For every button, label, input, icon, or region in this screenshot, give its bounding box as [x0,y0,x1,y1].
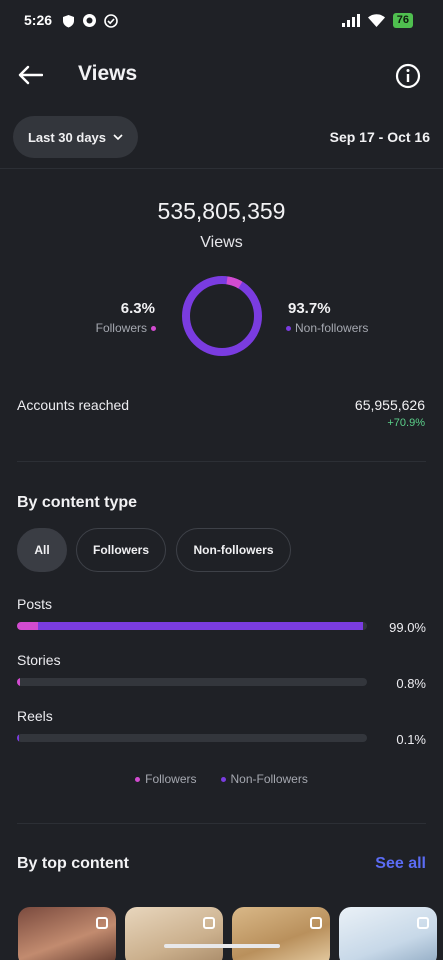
non-followers-legend: Non-followers [286,321,368,335]
content-type-title: By content type [17,494,138,511]
bar-followers-segment [17,678,20,686]
date-range-dropdown[interactable]: Last 30 days [13,116,138,158]
wifi-icon [367,14,385,27]
accounts-reached-label: Accounts reached [17,397,130,413]
status-time: 5:26 [24,12,53,28]
battery-icon: 76 [392,13,413,28]
signal-icon [341,14,360,27]
total-views-value: 535,805,359 [157,198,286,224]
divider [17,461,426,462]
top-content-thumbnail[interactable] [232,907,330,960]
date-range-dropdown-label: Last 30 days [27,129,107,145]
info-button[interactable] [392,60,424,92]
chip-non-followers[interactable]: Non-followers [176,528,291,572]
content-type-percentage: 99.0% [389,620,426,635]
followers-legend-label: Followers [95,321,147,335]
content-type-label: Posts [17,596,53,612]
donut-followers-segment [182,276,262,356]
non-followers-legend-label: Non-followers [295,321,369,335]
legend-non-followers: Non-Followers [220,772,308,786]
legend-followers-label: Followers [145,772,197,786]
info-icon [395,63,421,89]
content-type-bar [17,622,367,630]
bar-non-followers-segment [17,734,19,742]
page-title: Views [78,62,138,85]
top-content-thumbnail[interactable] [125,907,223,960]
status-icons-left [62,13,118,28]
donut-non-followers-ring [182,276,262,356]
accounts-reached-value: 65,955,626 [354,397,425,413]
date-range-text: Sep 17 - Oct 16 [329,129,430,145]
chip-followers[interactable]: Followers [76,528,166,572]
app-badge-icon [83,14,96,27]
back-button[interactable] [14,60,46,90]
content-type-percentage: 0.8% [396,676,426,691]
non-followers-dot-icon [220,776,226,782]
multi-post-icon [310,917,322,929]
followers-dot-icon [135,776,141,782]
multi-post-icon [203,917,215,929]
shield-icon [63,14,74,27]
arrow-left-icon [18,65,43,85]
divider [0,168,443,169]
content-type-bar [17,678,367,686]
bar-followers-segment [17,622,38,630]
multi-post-icon [417,917,429,929]
followers-donut-chart [182,276,262,356]
non-followers-dot-icon [286,325,291,331]
top-content-thumbnail[interactable] [339,907,437,960]
content-type-percentage: 0.1% [396,732,426,747]
accounts-reached-change: +70.9% [387,417,425,429]
see-all-link[interactable]: See all [375,855,426,873]
multi-post-icon [96,917,108,929]
bar-non-followers-segment [37,622,364,630]
legend-followers: Followers [135,772,197,786]
content-type-label: Reels [17,708,53,724]
bar-legend: Followers Non-Followers [0,772,443,786]
check-circle-icon [104,13,118,28]
chevron-down-icon [113,133,123,140]
content-type-label: Stories [17,652,61,668]
followers-percentage: 6.3% [120,300,155,317]
chip-all[interactable]: All [17,528,67,572]
top-content-title: By top content [17,855,129,872]
legend-non-followers-label: Non-Followers [230,772,308,786]
content-type-bar [17,734,367,742]
home-indicator[interactable] [164,944,280,948]
status-icons-right: 76 [341,13,413,28]
total-views-label: Views [200,234,243,251]
non-followers-percentage: 93.7% [288,300,331,317]
top-content-thumbnail[interactable] [18,907,116,960]
followers-legend: Followers [96,321,156,335]
divider [17,823,426,824]
followers-dot-icon [151,325,156,331]
